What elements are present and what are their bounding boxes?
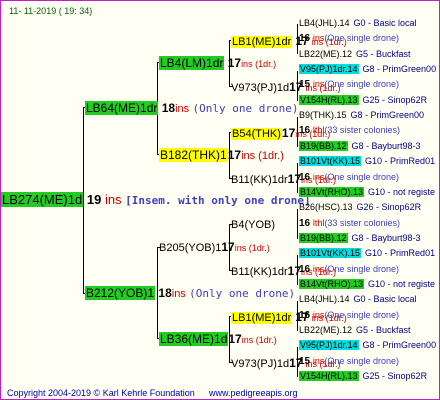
gen4-count: 16 [299,218,313,229]
root-node[interactable]: LB274(ME)1d 19 ins [Insem. with only one… [1,192,311,208]
gen4-id: LB4(JHL).14 [299,18,350,28]
gen4-id: B101Vt(KK).15 [299,156,362,166]
gen4-id: B14Vt(RHO).13 [299,187,365,197]
gen4-note: (One single drone) [324,172,399,182]
gen4-node[interactable]: B14Vt(RHO).13 G10 - not registe [299,278,435,290]
gen4-ins: ins [312,356,325,366]
gen4-note: (33 sister colonies) [324,125,400,135]
gen4-ref: G8 - Bayburt98-3 [351,141,421,151]
gen4-node[interactable]: B9(THK).15 G8 - PrimGreen00 [299,109,424,121]
gen4-ref: G8 - PrimGreen00 [350,110,425,120]
gen4-ins: lthl [312,218,325,228]
connector [297,209,298,239]
gen4-id: V154H(RL).13 [299,371,359,381]
gen4-node[interactable]: LB22(ME).12 G5 - Buckfast [299,324,411,336]
gen4-node[interactable]: V154H(RL).13 G25 - Sinop62R [299,370,427,382]
gen4-ref: G26 - Sinop62R [356,202,422,212]
gen2-node[interactable]: LB36(ME)1d17ins (1dr.) [159,332,277,347]
gen4-ref: G25 - Sinop62R [362,95,428,105]
gen4-insem-row: 16 ins(One single drone) [299,171,399,184]
gen4-insem-row: 15 ins(One single drone) [299,355,399,368]
gen4-id: V154H(RL).13 [299,95,359,105]
gen4-id: LB22(ME).12 [299,325,353,335]
gen4-ref: G8 - PrimGreen00 [362,340,437,350]
gen4-insem-row: 16 lthl(33 sister colonies) [299,217,400,230]
gen4-node[interactable]: LB22(ME).12 G5 - Buckfast [299,48,411,60]
gen4-insem-row: 16 ins(One single drone) [299,309,399,322]
gen4-id: LB22(ME).12 [299,49,353,59]
gen4-node[interactable]: B101Vt(KK).15 G10 - PrimRed01 [299,247,435,259]
gen4-count: 16 [299,125,313,136]
gen4-id: B14Vt(RHO).13 [299,279,365,289]
date-header: 11- 11-2019 ( 19: 34) [9,6,93,16]
gen4-note: (One single drone) [324,264,399,274]
gen4-node[interactable]: LB4(JHL).14 G0 - Basic local [299,17,417,29]
gen4-id: LB4(JHL).14 [299,294,350,304]
gen4-note: (One single drone) [324,356,399,366]
gen4-ins: ins [312,172,325,182]
gen4-node[interactable]: B14Vt(RHO).13 G10 - not registe [299,186,435,198]
gen4-count: 15 [299,79,313,90]
gen4-note: (One single drone) [324,33,399,43]
gen4-ref: G5 - Buckfast [356,49,411,59]
gen4-insem-row: 16 ins(One single drone) [299,263,399,276]
root-id: LB274(ME)1d [1,192,84,207]
gen4-node[interactable]: B19(BB).12 G8 - Bayburt98-3 [299,140,421,152]
gen4-count: 16 [299,264,313,275]
gen4-node[interactable]: B26(HSC).13 G26 - Sinop62R [299,201,421,213]
gen4-note: (33 sister colonies) [324,218,400,228]
gen4-id: B101Vt(KK).15 [299,248,362,258]
gen4-ins: ins [312,310,325,320]
gen2-node[interactable]: B182(THK)117ins (1dr.) [159,148,284,163]
gen4-ins: ins [312,79,325,89]
gen4-node[interactable]: V154H(RL).13 G25 - Sinop62R [299,94,427,106]
gen4-ref: G8 - Bayburt98-3 [351,233,421,243]
gen4-ref: G5 - Buckfast [356,325,411,335]
gen4-note: (One single drone) [324,310,399,320]
gen4-ref: G8 - PrimGreen00 [362,64,437,74]
gen3-node[interactable]: B4(YOB) [231,218,275,232]
gen4-insem-row: 15 ins(One single drone) [299,78,399,91]
pedigree-frame: 11- 11-2019 ( 19: 34) Copyright 2004-201… [0,0,440,400]
gen4-ins: ins [312,264,325,274]
gen4-node[interactable]: V95(PJ)1dr.14 G8 - PrimGreen00 [299,339,436,351]
website-link[interactable]: www.pedigreeapis.org [209,386,298,399]
gen4-ref: G10 - PrimRed01 [365,248,436,258]
gen4-ref: G0 - Basic local [353,294,417,304]
gen4-count: 16 [299,172,313,183]
gen4-id: V95(PJ)1dr.14 [299,64,359,74]
gen4-ref: G10 - not registe [368,279,436,289]
gen4-id: B19(BB).12 [299,233,348,243]
gen4-id: V95(PJ)1dr.14 [299,340,359,350]
gen4-ins: ins [312,33,325,43]
gen4-id: B26(HSC).13 [299,202,353,212]
gen4-insem-row: 16 ins(One single drone) [299,32,399,45]
gen1-node-sire[interactable]: LB64(ME)1dr 18ins (Only one drone) [85,101,298,116]
gen4-node[interactable]: LB4(JHL).14 G0 - Basic local [299,293,417,305]
copyright-footer: Copyright 2004-2019 © Karl Kehrle Founda… [7,388,195,398]
gen1-node-dam[interactable]: B212(YOB)1 18ins (Only one drone) [85,286,295,301]
gen4-id: B9(THK).15 [299,110,347,120]
gen4-count: 15 [299,356,313,367]
gen4-note: (One single drone) [324,79,399,89]
gen4-count: 16 [299,310,313,321]
gen2-node[interactable]: LB4(LM)1dr 17ins (1dr.) [159,56,276,71]
gen4-ref: G0 - Basic local [353,18,417,28]
gen4-node[interactable]: B101Vt(KK).15 G10 - PrimRed01 [299,155,435,167]
gen2-node[interactable]: B205(YOB)117ins (1dr.) [159,240,270,255]
gen4-count: 16 [299,33,313,44]
gen4-insem-row: 16 lthl(33 sister colonies) [299,124,400,137]
gen4-ref: G10 - not registe [368,187,436,197]
gen4-node[interactable]: V95(PJ)1dr.14 G8 - PrimGreen00 [299,63,436,75]
gen4-ins: lthl [312,125,325,135]
gen4-ref: G10 - PrimRed01 [365,156,436,166]
gen4-node[interactable]: B19(BB).12 G8 - Bayburt98-3 [299,232,421,244]
gen4-ref: G25 - Sinop62R [362,371,428,381]
gen4-id: B19(BB).12 [299,141,348,151]
